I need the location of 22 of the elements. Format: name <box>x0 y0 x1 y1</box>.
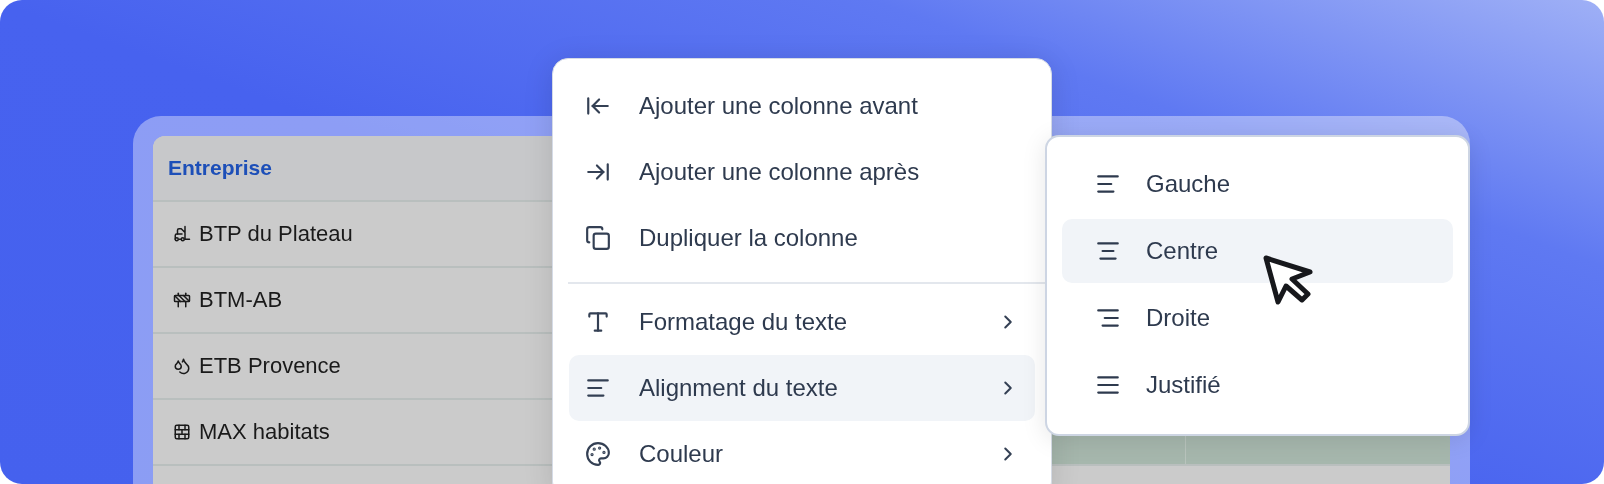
forklift-icon <box>173 225 191 243</box>
menu-item[interactable]: Ajouter une colonne après <box>569 139 1035 205</box>
company-name: BTP du Plateau <box>199 221 353 247</box>
menu-item[interactable]: Formatage du texte <box>569 289 1035 355</box>
copy-icon <box>585 225 611 251</box>
company-name: MAX habitats <box>199 419 330 445</box>
menu-item[interactable]: Gauche <box>1062 152 1453 216</box>
menu-item[interactable]: Couleur <box>569 421 1035 484</box>
road-barrier-icon <box>173 291 191 309</box>
menu-item[interactable]: Dupliquer la colonne <box>569 205 1035 271</box>
menu-item[interactable]: Droite <box>1062 286 1453 350</box>
company-name: BTM-AB <box>199 287 283 313</box>
company-name: ETB Provence <box>199 353 341 379</box>
brick-wall-icon <box>173 423 191 441</box>
menu-item[interactable]: Alignment du texte <box>569 355 1035 421</box>
column-header: Entreprise <box>168 156 272 180</box>
menu-item[interactable]: Justifié <box>1062 353 1453 417</box>
palette-icon <box>585 441 611 467</box>
menu-item[interactable]: Centre <box>1062 219 1453 283</box>
droplets-icon <box>173 357 191 375</box>
menu-item[interactable]: Ajouter une colonne avant <box>569 73 1035 139</box>
type-icon <box>585 309 611 335</box>
